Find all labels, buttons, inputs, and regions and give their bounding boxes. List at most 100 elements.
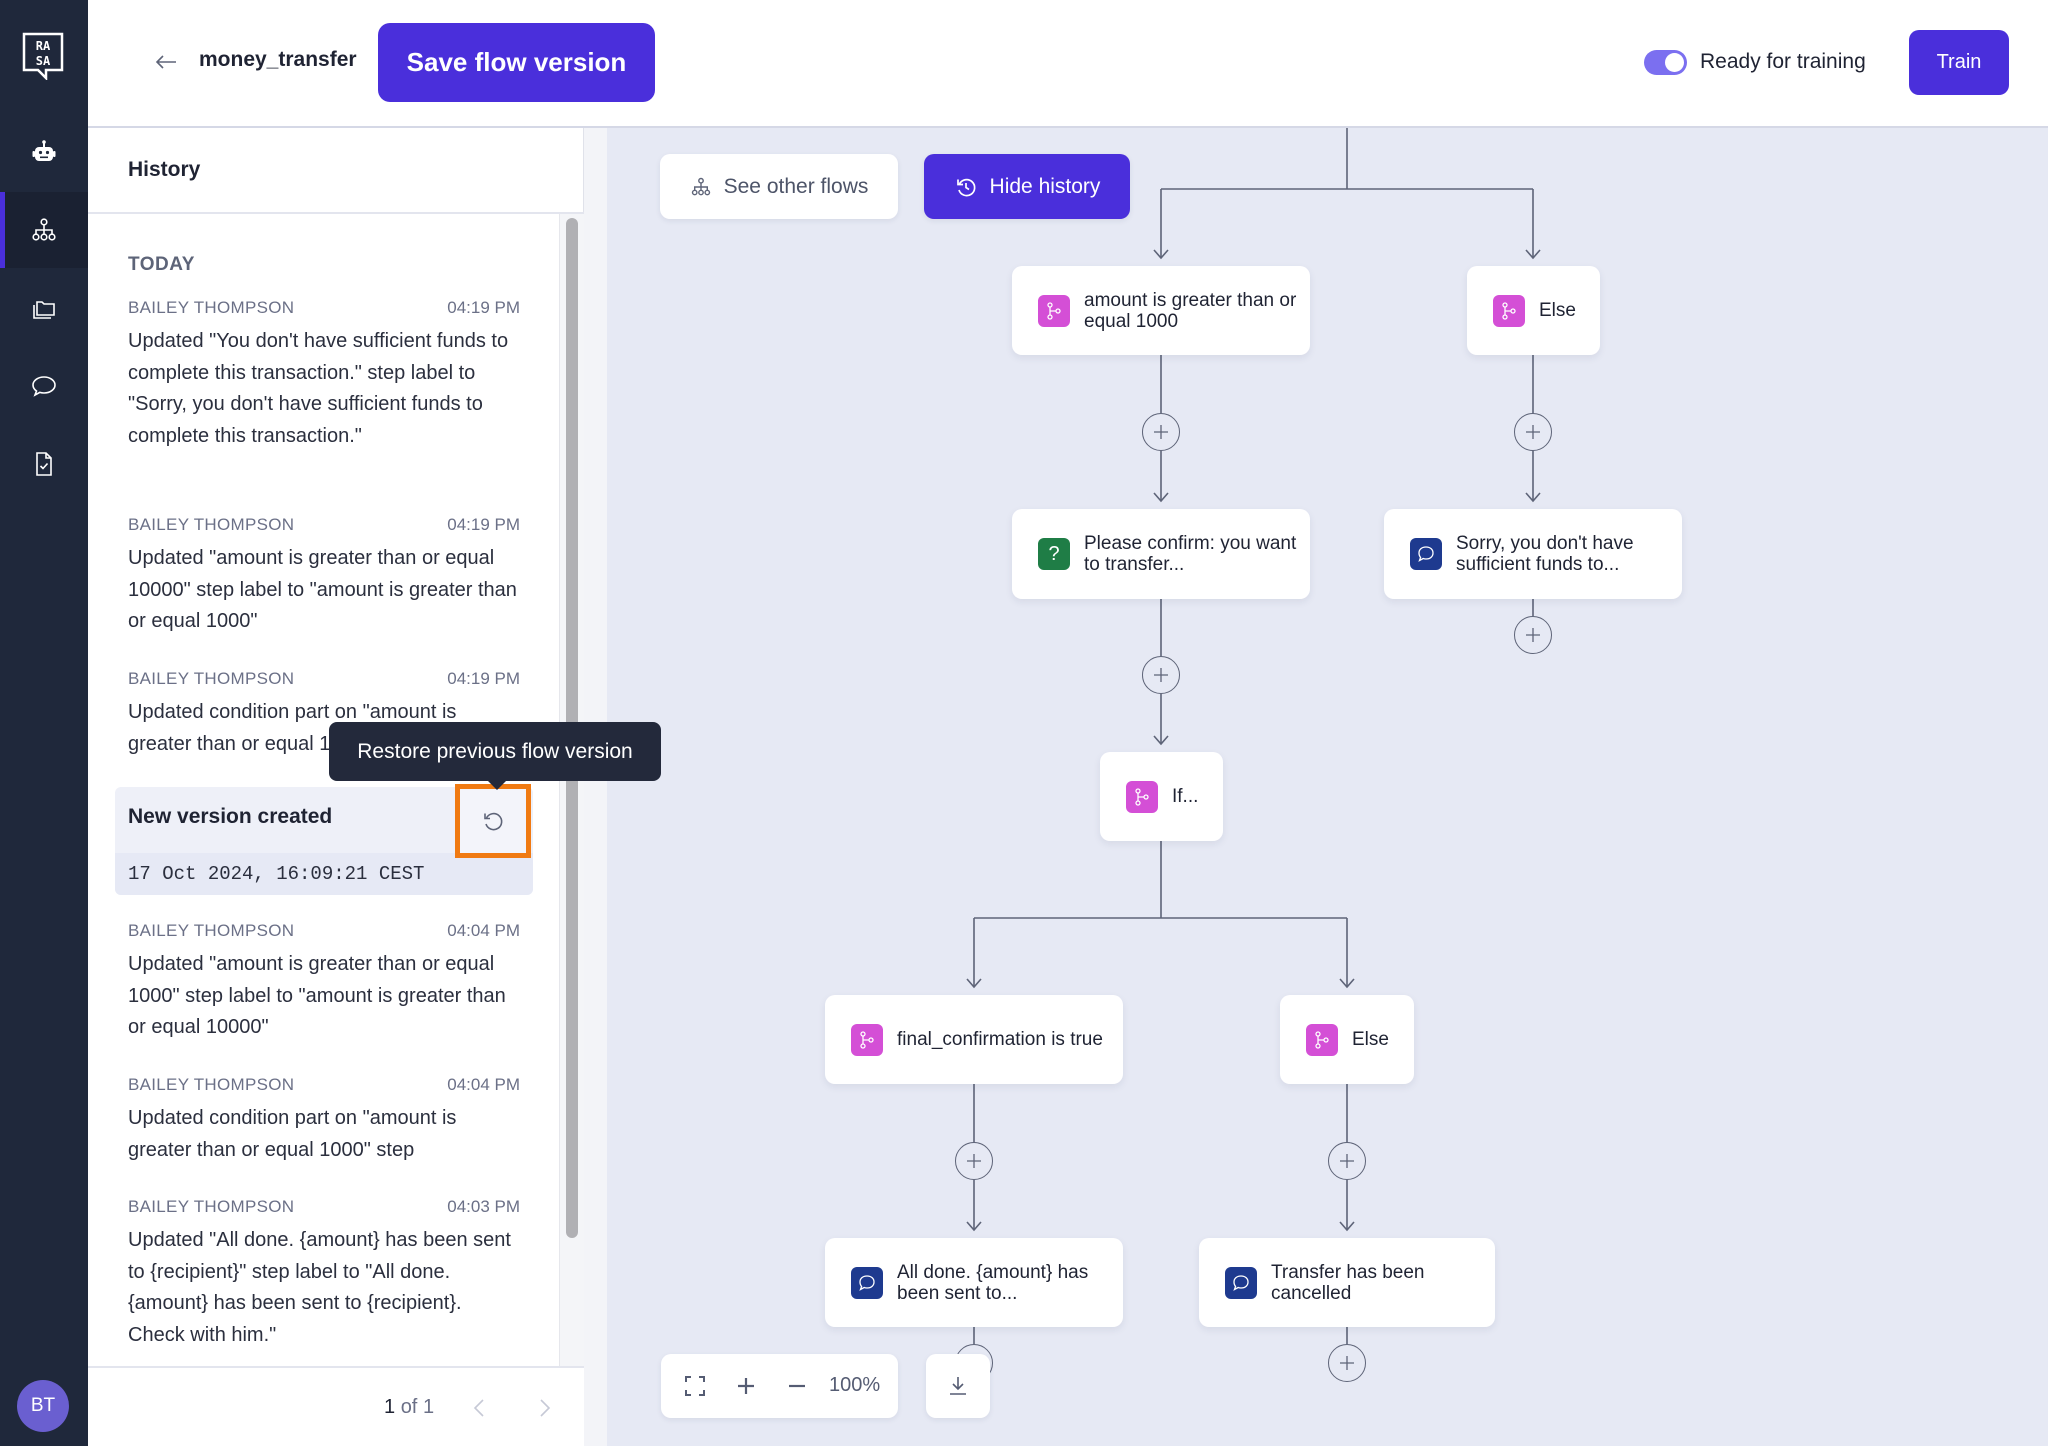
plus-icon xyxy=(1340,1356,1354,1370)
page-of: of xyxy=(400,1396,418,1418)
version-title: New version created xyxy=(128,805,333,828)
add-step-button[interactable] xyxy=(1142,656,1180,694)
flow-node-condition[interactable]: amount is greater than or equal 1000 xyxy=(1012,266,1310,355)
flow-node-message[interactable]: Transfer has been cancelled xyxy=(1199,1238,1495,1327)
history-pagination: 1 of 1 xyxy=(88,1366,584,1446)
node-label: final_confirmation is true xyxy=(897,1029,1103,1050)
history-title: History xyxy=(128,158,201,181)
flow-tree-icon xyxy=(691,177,710,195)
sidebar-item-assistant[interactable] xyxy=(0,114,88,190)
connector xyxy=(973,841,1348,987)
zoom-controls: 100% xyxy=(661,1354,898,1418)
entry-author: BAILEY THOMPSON xyxy=(128,921,295,940)
plus-icon xyxy=(738,1378,754,1394)
branch-icon xyxy=(1306,1023,1338,1056)
version-created-card[interactable]: New version created 17 Oct 2024, 16:09:2… xyxy=(115,784,533,895)
ready-for-training-label: Ready for training xyxy=(1700,50,1866,73)
message-icon xyxy=(851,1266,883,1299)
entry-author: BAILEY THOMPSON xyxy=(128,669,295,688)
sidebar-item-conversations[interactable] xyxy=(0,348,88,424)
entry-text: Updated "amount is greater than or equal… xyxy=(128,953,506,1038)
add-step-button[interactable] xyxy=(1514,616,1552,654)
plus-icon xyxy=(967,1154,981,1168)
flow-node-if[interactable]: If... xyxy=(1100,752,1223,841)
node-label: All done. {amount} has been sent to... xyxy=(897,1261,1089,1304)
entry-author: BAILEY THOMPSON xyxy=(128,1075,295,1094)
page-info: 1 of 1 xyxy=(384,1396,434,1419)
flow-node-message[interactable]: Sorry, you don't have sufficient funds t… xyxy=(1384,509,1682,599)
sidebar-item-reviews[interactable] xyxy=(0,426,88,502)
page-current: 1 xyxy=(384,1396,396,1418)
sidebar-item-content[interactable] xyxy=(0,270,88,346)
plus-icon xyxy=(1526,628,1540,642)
node-label: If... xyxy=(1172,786,1199,807)
chevron-right-icon xyxy=(540,1399,551,1417)
rasa-logo[interactable]: RA SA xyxy=(22,32,64,82)
document-check-icon xyxy=(36,452,52,476)
save-flow-version-button[interactable]: Save flow version xyxy=(378,23,655,102)
plus-icon xyxy=(1154,425,1168,439)
ready-for-training-toggle[interactable] xyxy=(1644,50,1687,75)
entry-text: Updated condition part on "amount is gre… xyxy=(128,1107,457,1161)
zoom-in-button[interactable] xyxy=(728,1368,764,1404)
entry-author: BAILEY THOMPSON xyxy=(128,515,295,534)
branch-icon xyxy=(851,1023,883,1056)
user-avatar[interactable]: BT xyxy=(17,1380,69,1432)
entry-time: 04:19 PM xyxy=(447,298,520,317)
svg-text:SA: SA xyxy=(36,54,51,68)
hide-history-button[interactable]: Hide history xyxy=(924,154,1130,219)
flow-name: money_transfer xyxy=(199,48,357,71)
flow-node-else[interactable]: Else xyxy=(1467,266,1600,355)
entry-time: 04:04 PM xyxy=(447,1075,520,1094)
question-icon: ? xyxy=(1038,538,1070,570)
flow-tree-icon xyxy=(32,218,56,241)
chevron-left-icon xyxy=(473,1399,484,1417)
add-step-button[interactable] xyxy=(1142,413,1180,451)
entry-time: 04:19 PM xyxy=(447,669,520,688)
node-label: amount is greater than or equal 1000 xyxy=(1084,289,1297,332)
entry-time: 04:04 PM xyxy=(447,921,520,940)
next-page-button[interactable] xyxy=(533,1394,557,1422)
sidebar: RA SA BT xyxy=(0,0,88,1446)
flow-node-else[interactable]: Else xyxy=(1280,995,1414,1084)
node-label: Please confirm: you want to transfer... xyxy=(1084,533,1297,575)
entry-time: 04:03 PM xyxy=(447,1197,520,1216)
restore-version-button[interactable] xyxy=(455,784,531,858)
add-step-button[interactable] xyxy=(955,1142,993,1180)
see-other-flows-label: See other flows xyxy=(723,174,869,198)
message-icon xyxy=(1410,538,1442,570)
robot-icon xyxy=(32,140,56,161)
folder-stack-icon xyxy=(33,301,55,319)
panel-gutter xyxy=(584,128,607,1446)
flow-canvas[interactable]: See other flows Hide history amount is g… xyxy=(607,128,2048,1446)
arrowhead xyxy=(966,978,1355,989)
flow-node-message[interactable]: All done. {amount} has been sent to... xyxy=(825,1238,1123,1327)
plus-icon xyxy=(1154,668,1168,682)
entry-author: BAILEY THOMPSON xyxy=(128,298,295,317)
message-icon xyxy=(1225,1266,1257,1299)
group-label-today: TODAY xyxy=(128,254,195,275)
page-total: 1 xyxy=(422,1396,435,1418)
entry-time: 04:19 PM xyxy=(447,515,520,534)
add-step-button[interactable] xyxy=(1328,1344,1366,1382)
train-button[interactable]: Train xyxy=(1909,30,2009,95)
flow-node-question[interactable]: ? Please confirm: you want to transfer..… xyxy=(1012,509,1310,599)
branch-icon xyxy=(1493,294,1525,327)
entry-text: Updated "amount is greater than or equal… xyxy=(128,547,517,632)
add-step-button[interactable] xyxy=(1514,413,1552,451)
back-button[interactable] xyxy=(148,44,184,80)
see-other-flows-button[interactable]: See other flows xyxy=(660,154,898,219)
connector xyxy=(1160,128,1534,258)
svg-text:RA: RA xyxy=(36,39,51,53)
node-label: Sorry, you don't have sufficient funds t… xyxy=(1456,533,1634,575)
add-step-button[interactable] xyxy=(1328,1142,1366,1180)
fullscreen-icon xyxy=(685,1376,705,1396)
zoom-out-button[interactable] xyxy=(779,1368,815,1404)
download-button[interactable] xyxy=(926,1354,990,1418)
version-date: 17 Oct 2024, 16:09:21 CEST xyxy=(115,853,533,895)
sidebar-item-flows[interactable] xyxy=(0,192,88,268)
prev-page-button[interactable] xyxy=(467,1394,491,1422)
fit-view-button[interactable] xyxy=(677,1368,713,1404)
flow-node-condition[interactable]: final_confirmation is true xyxy=(825,995,1123,1084)
entry-author: BAILEY THOMPSON xyxy=(128,1197,295,1216)
